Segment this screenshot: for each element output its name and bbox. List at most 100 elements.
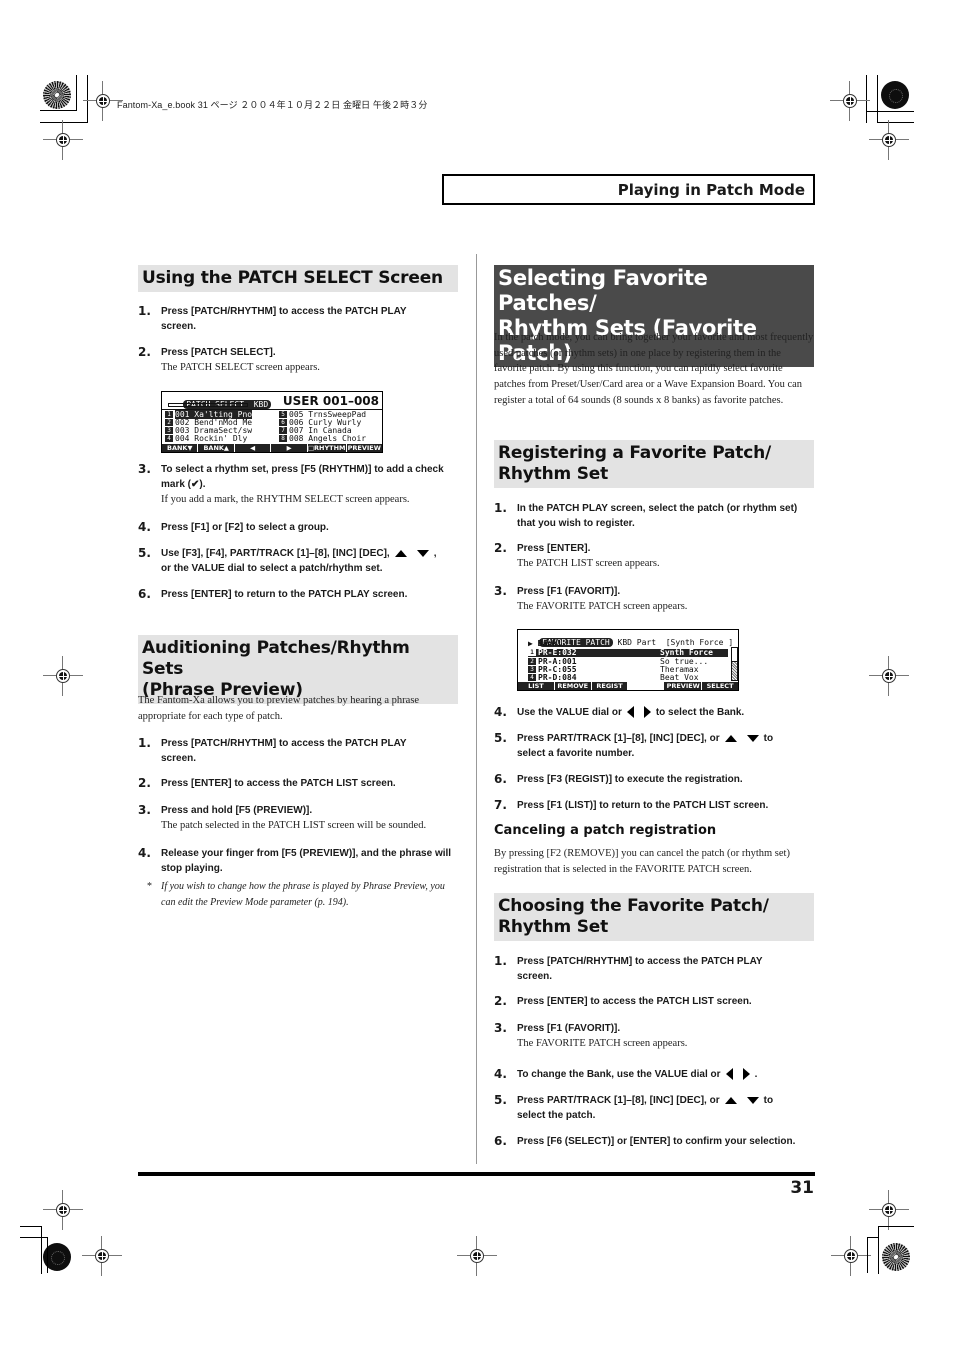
step-item: 4. Use the VALUE dial or to select the Ba… bbox=[494, 705, 816, 720]
step-item: 2. Press [PATCH SELECT]. The PATCH SELEC… bbox=[138, 345, 438, 376]
step-item: 5. Use [F3], [F4], PART/TRACK [1]–[8], [… bbox=[138, 546, 458, 576]
fkey-preview: PREVIEW bbox=[665, 682, 703, 690]
level-bar bbox=[168, 403, 248, 407]
subsection-paragraph: By pressing [F2 (REMOVE)] you can cancel… bbox=[494, 848, 790, 875]
fkey-empty bbox=[628, 682, 666, 690]
step-text: Press PART/TRACK [1]–[8], [INC] [DEC], o… bbox=[517, 1095, 774, 1121]
registration-target-icon bbox=[830, 81, 870, 121]
step-text: Use [F3], [F4], PART/TRACK [1]–[8], [INC… bbox=[161, 548, 437, 574]
step-text: Use the VALUE dial or to select the Bank. bbox=[517, 706, 745, 719]
step-item: 3. Press [F1 (FAVORIT)]. The FAVORITE PA… bbox=[494, 1021, 794, 1052]
step-result: If you add a mark, the RHYTHM SELECT scr… bbox=[161, 494, 410, 505]
step-number: 2. bbox=[138, 776, 151, 790]
bank-label: ▶ Bank1 bbox=[528, 639, 562, 648]
step-item: 2. Press [ENTER]. The PATCH LIST screen … bbox=[494, 541, 794, 572]
section-heading-patch-select: Using the PATCH SELECT Screen bbox=[138, 265, 458, 292]
step-number: 6. bbox=[494, 1134, 507, 1148]
function-key-bar: LIST REMOVE REGIST PREVIEW SELECT bbox=[518, 682, 738, 690]
step-text: Press [PATCH/RHYTHM] to access the PATCH… bbox=[161, 738, 407, 764]
intro-paragraph: In the patch mode, you can bring togethe… bbox=[494, 332, 814, 406]
down-arrow-icon bbox=[416, 549, 429, 557]
step-number: 4. bbox=[494, 705, 507, 719]
step-text: Press [F1 (LIST)] to return to the PATCH… bbox=[517, 800, 769, 811]
subsection-heading-canceling: Canceling a patch registration bbox=[494, 823, 717, 838]
favorite-list-item: 1 PR-E:032 Synth Force bbox=[528, 649, 728, 657]
step-text: Press [F3 (REGIST)] to execute the regis… bbox=[517, 774, 743, 785]
patch-select-screen: PATCH SELECT KBD USER 001–008 1 001 Xa'lt… bbox=[161, 391, 383, 453]
section-heading-choosing: Choosing the Favorite Patch/Rhythm Set bbox=[494, 893, 814, 941]
step-number: 1. bbox=[138, 736, 151, 750]
step-item: 1. Press [PATCH/RHYTHM] to access the PA… bbox=[138, 304, 438, 334]
step-text: Press [ENTER] to access the PATCH LIST s… bbox=[161, 778, 396, 789]
up-arrow-icon bbox=[724, 734, 737, 742]
note: * If you wish to change how the phrase i… bbox=[147, 881, 445, 908]
step-text: Press [PATCH/RHYTHM] to access the PATCH… bbox=[517, 956, 763, 982]
step-number: 1. bbox=[138, 304, 151, 318]
step-number: 4. bbox=[138, 846, 151, 860]
fkey-select: SELECT bbox=[706, 682, 734, 690]
step-result: The FAVORITE PATCH screen appears. bbox=[517, 601, 688, 612]
step-number: 3. bbox=[494, 584, 507, 598]
step-text: Press [ENTER] to access the PATCH LIST s… bbox=[517, 996, 752, 1007]
up-arrow-icon bbox=[394, 549, 407, 557]
step-number: 6. bbox=[138, 587, 151, 601]
up-arrow-icon bbox=[724, 1096, 737, 1104]
screen-bank-range: USER 001–008 bbox=[282, 394, 379, 408]
crop-mark bbox=[20, 1226, 42, 1227]
step-item: 3. To select a rhythm set, press [F5 (RH… bbox=[138, 462, 458, 508]
down-arrow-icon bbox=[746, 734, 759, 742]
registration-star-mark bbox=[43, 81, 71, 109]
step-text: Release your finger from [F5 (PREVIEW)],… bbox=[161, 848, 452, 874]
function-key-bar: BANK▼ BANK▲ ◀ ▶ □RHYTHM PREVIEW bbox=[162, 444, 382, 452]
step-text: Press and hold [F5 (PREVIEW)]. bbox=[161, 805, 313, 816]
crop-mark bbox=[47, 1237, 48, 1273]
step-number: 5. bbox=[138, 546, 151, 560]
screen-mode: KBD Part bbox=[617, 638, 657, 647]
step-result: The patch selected in the PATCH LIST scr… bbox=[161, 820, 427, 831]
step-item: 4. To change the Bank, use the VALUE dia… bbox=[494, 1067, 816, 1082]
fkey-remove: REMOVE bbox=[555, 682, 592, 690]
favorite-list-item: 4 PR-D:084 Beat Vox bbox=[528, 674, 728, 682]
step-number: 5. bbox=[494, 1093, 507, 1107]
registration-target-icon bbox=[43, 656, 83, 696]
step-text: To select a rhythm set, press [F5 (RHYTH… bbox=[161, 464, 444, 490]
step-text: Press [F6 (SELECT)] or [ENTER] to confir… bbox=[517, 1136, 796, 1147]
step-text: Press [F1 (FAVORIT)]. bbox=[517, 1023, 621, 1034]
fkey-bank-down: BANK▼ bbox=[162, 444, 199, 452]
registration-target-icon bbox=[457, 1236, 497, 1276]
right-arrow-icon bbox=[742, 1068, 750, 1081]
step-item: 1. In the PATCH PLAY screen, select the … bbox=[494, 501, 816, 531]
registration-target-icon bbox=[869, 120, 909, 160]
intro-paragraph: The Fantom-Xa allows you to preview patc… bbox=[138, 695, 420, 722]
step-item: 3. Press [F1 (FAVORIT)]. The FAVORITE PA… bbox=[494, 584, 794, 615]
step-number: 3. bbox=[138, 803, 151, 817]
crop-mark bbox=[867, 1237, 868, 1273]
registration-target-icon bbox=[869, 656, 909, 696]
step-text: Press [ENTER]. bbox=[517, 543, 591, 554]
crop-mark bbox=[40, 110, 77, 111]
fkey-preview: PREVIEW bbox=[347, 444, 381, 452]
step-number: 2. bbox=[138, 345, 151, 359]
step-text: Press PART/TRACK [1]–[8], [INC] [DEC], o… bbox=[517, 733, 774, 759]
down-arrow-icon bbox=[746, 1096, 759, 1104]
step-item: 2. Press [ENTER] to access the PATCH LIS… bbox=[138, 776, 438, 791]
fkey-regist: REGIST bbox=[592, 682, 629, 690]
note-marker: * bbox=[147, 881, 152, 892]
step-number: 1. bbox=[494, 954, 507, 968]
step-item: 3. Press and hold [F5 (PREVIEW)]. The pa… bbox=[138, 803, 458, 834]
step-result: The PATCH LIST screen appears. bbox=[517, 558, 660, 569]
step-result: The PATCH SELECT screen appears. bbox=[161, 362, 320, 373]
step-text: Press [F1] or [F2] to select a group. bbox=[161, 522, 329, 533]
crop-mark bbox=[867, 1237, 879, 1238]
column-divider bbox=[476, 254, 477, 1164]
crop-mark bbox=[76, 75, 77, 111]
step-item: 5. Press PART/TRACK [1]–[8], [INC] [DEC]… bbox=[494, 1093, 816, 1123]
fkey-left: ◀ bbox=[235, 444, 272, 452]
crop-mark bbox=[877, 75, 878, 123]
step-item: 2. Press [ENTER] to access the PATCH LIS… bbox=[494, 994, 816, 1009]
step-result: The FAVORITE PATCH screen appears. bbox=[517, 1038, 688, 1049]
screen-current-patch: [Synth Force ] bbox=[665, 638, 734, 647]
step-number: 7. bbox=[494, 798, 507, 812]
registration-star-mark bbox=[882, 1243, 910, 1271]
fkey-right: ▶ bbox=[271, 444, 308, 452]
